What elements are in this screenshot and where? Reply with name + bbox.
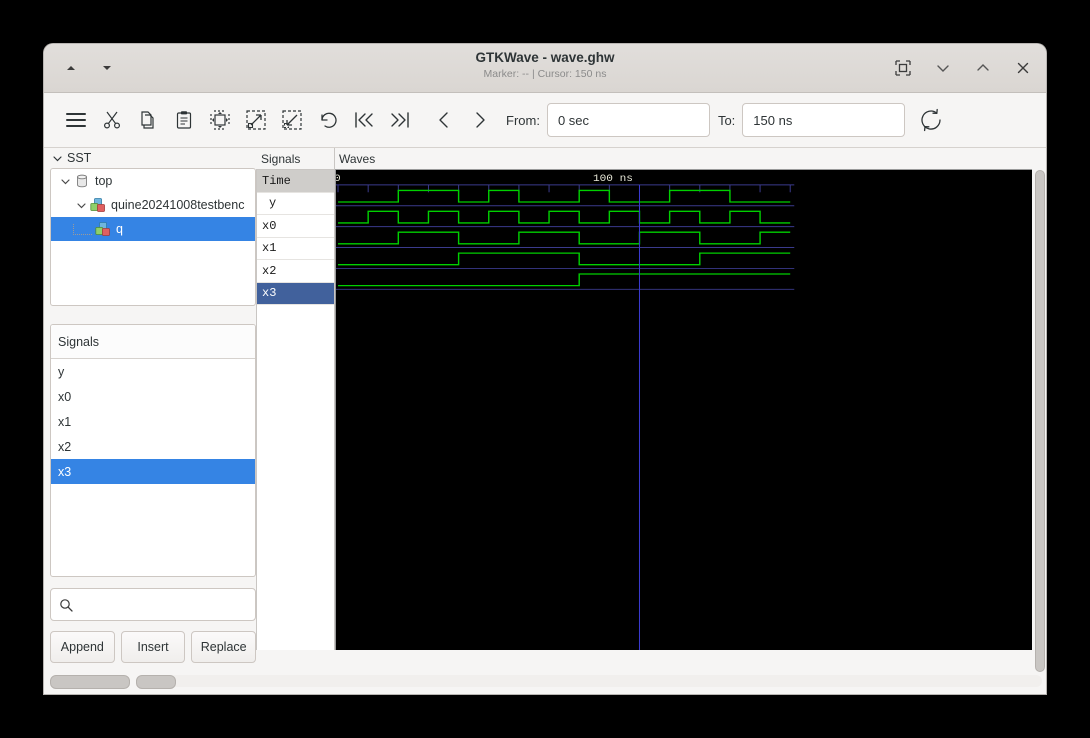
wave-names-list[interactable]: Time y x0 x1 x2 x3 xyxy=(256,169,334,650)
from-input[interactable] xyxy=(546,103,710,137)
scrollbar-thumb[interactable] xyxy=(136,675,176,689)
chevron-down-icon[interactable] xyxy=(73,200,89,211)
signals-list[interactable]: y x0 x1 x2 x3 xyxy=(51,359,255,576)
list-item[interactable]: x1 xyxy=(51,409,255,434)
wave-row-label: x2 xyxy=(262,263,277,278)
svg-text:100 ns: 100 ns xyxy=(593,173,633,184)
signals-panel: Signals y x0 x1 x2 x3 xyxy=(50,324,256,577)
tree-row-quine-testbench[interactable]: quine20241008testbenc xyxy=(51,193,255,217)
wave-row-label: x0 xyxy=(262,218,277,233)
goto-start-icon[interactable] xyxy=(346,102,382,138)
search-input[interactable] xyxy=(79,596,247,613)
titlebar-right-controls xyxy=(892,44,1034,92)
wave-row-x0[interactable]: x0 xyxy=(257,215,334,238)
zoom-in-icon[interactable] xyxy=(238,102,274,138)
sst-label: SST xyxy=(67,151,92,165)
wave-names-column: Signals Time y x0 x1 x2 x3 xyxy=(256,148,335,650)
replace-button[interactable]: Replace xyxy=(191,631,257,663)
wave-row-y[interactable]: y xyxy=(257,193,334,215)
undo-icon[interactable] xyxy=(310,102,346,138)
waves-header: Waves xyxy=(339,151,376,166)
tree-guide-line xyxy=(73,223,92,235)
list-item-selected[interactable]: x3 xyxy=(51,459,255,484)
to-label: To: xyxy=(717,112,736,128)
waveform-svg[interactable]: 0 100 ns xyxy=(336,170,1032,650)
append-button[interactable]: Append xyxy=(50,631,115,663)
signals-panel-header: Signals xyxy=(51,325,255,359)
sst-tree[interactable]: top quine20241008testbenc q xyxy=(50,168,256,306)
fullscreen-icon[interactable] xyxy=(892,57,914,79)
wave-row-x3-selected[interactable]: x3 xyxy=(257,282,334,305)
wave-row-label: y xyxy=(269,196,277,211)
signal-label: x0 xyxy=(58,389,72,404)
tree-row-q[interactable]: q xyxy=(51,217,255,241)
instance-cubes-icon xyxy=(94,221,112,237)
left-pane: SST top quine20241008testbenc q Signals … xyxy=(44,148,257,672)
wave-pane: Signals Time y x0 x1 x2 x3 Waves 100 ns xyxy=(256,148,1046,672)
goto-end-icon[interactable] xyxy=(382,102,418,138)
signal-label: x3 xyxy=(58,464,72,479)
wave-row-time: Time xyxy=(257,170,334,193)
reload-icon[interactable] xyxy=(913,102,949,138)
main-toolbar: From: To: xyxy=(44,93,1046,148)
gtkwave-window: GTKWave - wave.ghw Marker: -- | Cursor: … xyxy=(44,44,1046,694)
signal-label: y xyxy=(58,364,65,379)
titlebar-left-controls xyxy=(44,57,118,79)
list-item[interactable]: y xyxy=(51,359,255,384)
wave-row-label: Time xyxy=(262,173,291,188)
wave-signals-header: Signals xyxy=(256,148,334,169)
close-icon[interactable] xyxy=(1012,57,1034,79)
maximize-icon[interactable] xyxy=(972,57,994,79)
minimize-icon[interactable] xyxy=(932,57,954,79)
sst-header[interactable]: SST xyxy=(50,148,256,168)
wave-horizontal-scrollbar[interactable] xyxy=(136,675,1042,689)
wave-row-label: x3 xyxy=(262,286,277,301)
waves-column: Waves 0 100 ns xyxy=(335,148,1032,650)
search-icon xyxy=(59,598,73,612)
svg-text:0: 0 xyxy=(336,173,341,184)
wave-row-label: x1 xyxy=(262,241,277,256)
prev-edge-icon[interactable] xyxy=(426,102,462,138)
scrollbar-thumb[interactable] xyxy=(1035,170,1045,672)
wave-bottom-scrollbars xyxy=(256,650,1046,672)
signal-label: x2 xyxy=(58,439,72,454)
tree-label: q xyxy=(116,222,123,236)
wave-top: Signals Time y x0 x1 x2 x3 Waves 100 ns xyxy=(256,148,1046,672)
wave-vertical-scrollbar[interactable] xyxy=(1032,148,1046,672)
window-body: SST top quine20241008testbenc q Signals … xyxy=(44,148,1046,672)
chevron-down-icon[interactable] xyxy=(57,176,73,187)
list-item[interactable]: x2 xyxy=(51,434,255,459)
left-horizontal-scrollbar[interactable] xyxy=(50,675,130,689)
module-cylinder-icon xyxy=(73,173,91,189)
bottom-scrollbar-row xyxy=(44,672,1046,694)
triangle-down-icon[interactable] xyxy=(96,57,118,79)
action-buttons: Append Insert Replace xyxy=(50,631,257,663)
search-wrapper xyxy=(50,588,256,621)
tree-row-top[interactable]: top xyxy=(51,169,255,193)
to-input[interactable] xyxy=(742,103,906,137)
paste-icon[interactable] xyxy=(166,102,202,138)
chevron-down-icon xyxy=(52,153,63,164)
wave-row-x2[interactable]: x2 xyxy=(257,260,334,283)
instance-cubes-icon xyxy=(89,197,107,213)
tree-label: quine20241008testbenc xyxy=(111,198,245,212)
hamburger-menu-icon[interactable] xyxy=(58,102,94,138)
triangle-up-icon[interactable] xyxy=(60,57,82,79)
zoom-out-icon[interactable] xyxy=(274,102,310,138)
next-edge-icon[interactable] xyxy=(462,102,498,138)
waveform-canvas[interactable]: 0 100 ns xyxy=(335,169,1032,650)
list-item[interactable]: x0 xyxy=(51,384,255,409)
search-box[interactable] xyxy=(50,588,256,621)
cut-icon[interactable] xyxy=(94,102,130,138)
insert-button[interactable]: Insert xyxy=(120,631,186,663)
zoom-fit-icon[interactable] xyxy=(202,102,238,138)
signal-label: x1 xyxy=(58,414,72,429)
wave-row-x1[interactable]: x1 xyxy=(257,238,334,260)
copy-icon[interactable] xyxy=(130,102,166,138)
scrollbar-thumb[interactable] xyxy=(50,675,130,689)
title-bar: GTKWave - wave.ghw Marker: -- | Cursor: … xyxy=(44,44,1046,93)
tree-label: top xyxy=(95,174,113,188)
from-label: From: xyxy=(506,112,540,128)
